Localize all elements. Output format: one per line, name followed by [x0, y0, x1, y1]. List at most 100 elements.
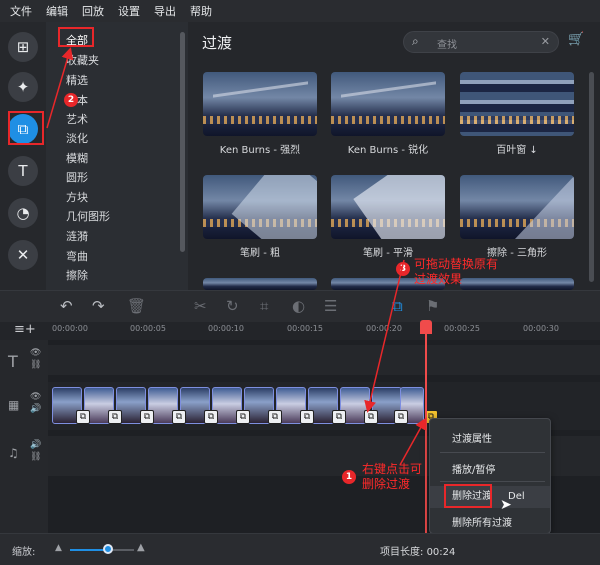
link-icon[interactable]: ⛓ [30, 452, 41, 462]
category-circle[interactable]: 圆形 [66, 169, 88, 185]
category-blur[interactable]: 模糊 [66, 150, 88, 166]
marker-flag-icon[interactable]: ⚑ [426, 297, 439, 315]
add-track-icon[interactable]: ≡+ [14, 322, 36, 337]
timeline-ruler[interactable]: ≡+ 00:00:00 00:00:05 00:00:10 00:00:15 0… [0, 322, 600, 340]
timeline-toolbar: ↶ ↷ 🗑 ✂ ↻ ⌗ ◐ ☰ ⧉ ⚑ [0, 290, 600, 322]
more-tools-icon[interactable]: ✕ [8, 240, 38, 270]
category-scrollbar[interactable] [180, 32, 185, 252]
transition-marker[interactable]: ⧉ [268, 410, 282, 424]
annotation-box-delete [444, 484, 492, 508]
transition-label: Ken Burns - 强烈 [219, 145, 301, 156]
category-favorites[interactable]: 收藏夹 [66, 52, 99, 68]
text-track[interactable] [48, 345, 600, 375]
playhead-handle[interactable] [420, 320, 432, 334]
zoom-in-icon[interactable]: ▲ [137, 542, 145, 553]
menu-item-play-pause[interactable]: 播放/暂停 [452, 461, 495, 476]
transition-marker[interactable]: ⧉ [332, 410, 346, 424]
transition-thumb[interactable] [203, 175, 317, 239]
rotate-icon[interactable]: ↻ [226, 297, 239, 315]
cut-icon[interactable]: ✂ [194, 297, 207, 315]
category-wipe[interactable]: 擦除 [66, 267, 88, 283]
transition-thumb[interactable] [460, 72, 574, 136]
menu-item-delete-all-transitions[interactable]: 删除所有过渡 [452, 514, 512, 529]
ruler-tick: 00:00:00 [52, 324, 88, 333]
color-adjust-icon[interactable]: ◐ [292, 297, 305, 315]
menu-settings[interactable]: 设置 [118, 3, 140, 19]
transition-wizard-icon[interactable]: ⧉ [392, 297, 403, 315]
mouse-cursor-icon: ➤ [500, 497, 512, 513]
visibility-icon[interactable]: 👁 [30, 392, 41, 402]
transition-marker[interactable]: ⧉ [236, 410, 250, 424]
transition-marker[interactable]: ⧉ [300, 410, 314, 424]
magic-wand-icon[interactable]: ✦ [8, 72, 38, 102]
clip-properties-icon[interactable]: ☰ [324, 297, 337, 315]
transitions-panel: 过渡 ⌕ 查找 ✕ 🛒 Ken Burns - 强烈 Ken Burns - 锐… [188, 22, 600, 290]
undo-icon[interactable]: ↶ [60, 297, 73, 315]
transition-label: 百叶窗 ↓ [496, 145, 538, 156]
transition-marker[interactable]: ⧉ [76, 410, 90, 424]
menu-export[interactable]: 导出 [154, 3, 176, 19]
ruler-tick: 00:00:20 [366, 324, 402, 333]
category-ripple[interactable]: 涟漪 [66, 228, 88, 244]
audio-track-icon: ♫ [8, 446, 19, 460]
redo-icon[interactable]: ↷ [92, 297, 105, 315]
transition-marker[interactable]: ⧉ [364, 410, 378, 424]
transition-thumb[interactable] [331, 175, 445, 239]
transition-marker[interactable]: ⧉ [108, 410, 122, 424]
cart-icon[interactable]: 🛒 [568, 32, 584, 47]
annotation-number-1: 1 [342, 470, 356, 484]
track-headers: T 👁 ⛓ ▦ 👁 🔊 ♫ 🔊 ⛓ [0, 340, 48, 533]
clear-icon[interactable]: ✕ [541, 35, 550, 48]
category-list: 全部 收藏夹 精选 基本 艺术 淡化 模糊 圆形 方块 几何图形 涟漪 弯曲 擦… [46, 22, 188, 290]
annotation-box-transitions [8, 111, 44, 145]
category-square[interactable]: 方块 [66, 189, 88, 205]
page-title: 过渡 [202, 34, 233, 52]
panel-scrollbar[interactable] [589, 72, 594, 282]
search-input[interactable]: ⌕ 查找 ✕ [403, 31, 559, 53]
menu-playback[interactable]: 回放 [82, 3, 104, 19]
annotation-number-3: 3 [396, 262, 410, 276]
text-track-icon: T [8, 352, 18, 371]
annotation-number-2: 2 [64, 93, 78, 107]
volume-icon[interactable]: 🔊 [30, 440, 41, 450]
category-fade[interactable]: 淡化 [66, 130, 88, 146]
transition-thumb[interactable] [203, 278, 317, 290]
category-featured[interactable]: 精选 [66, 72, 88, 88]
tool-sidebar: ⊞ ✦ ⧉ T ◔ ✕ [0, 22, 46, 290]
link-icon[interactable]: ⛓ [30, 360, 41, 370]
category-warp[interactable]: 弯曲 [66, 248, 88, 264]
project-length-value: 00:24 [426, 547, 456, 558]
transition-thumb[interactable] [203, 72, 317, 136]
volume-icon[interactable]: 🔊 [30, 404, 41, 414]
delete-icon[interactable]: 🗑 [127, 297, 146, 315]
transition-marker[interactable]: ⧉ [204, 410, 218, 424]
category-geometric[interactable]: 几何图形 [66, 208, 110, 224]
menu-help[interactable]: 帮助 [190, 3, 212, 19]
transition-thumb[interactable] [331, 72, 445, 136]
ruler-tick: 00:00:10 [208, 324, 244, 333]
ruler-tick: 00:00:30 [523, 324, 559, 333]
menu-file[interactable]: 文件 [10, 3, 32, 19]
stickers-icon[interactable]: ◔ [8, 198, 38, 228]
menu-item-transition-properties[interactable]: 过渡属性 [452, 430, 492, 445]
visibility-icon[interactable]: 👁 [30, 348, 41, 358]
video-track-icon: ▦ [8, 398, 20, 412]
transition-marker[interactable]: ⧉ [140, 410, 154, 424]
menu-separator [440, 481, 545, 482]
menu-edit[interactable]: 编辑 [46, 3, 68, 19]
transition-thumb[interactable] [460, 175, 574, 239]
transition-marker[interactable]: ⧉ [394, 410, 408, 424]
zoom-out-icon[interactable]: ▲ [55, 543, 62, 553]
transition-marker[interactable]: ⧉ [172, 410, 186, 424]
titles-icon[interactable]: T [8, 156, 38, 186]
annotation-text-3: 可拖动替换原有 过渡效果 [414, 257, 499, 286]
import-icon[interactable]: ⊞ [8, 32, 38, 62]
crop-icon[interactable]: ⌗ [260, 297, 268, 315]
playhead-line[interactable] [425, 322, 427, 533]
ruler-tick: 00:00:15 [287, 324, 323, 333]
transition-label: 笔刷 - 粗 [240, 248, 280, 259]
search-placeholder: 查找 [437, 40, 457, 51]
category-art[interactable]: 艺术 [66, 111, 88, 127]
zoom-slider-knob[interactable] [103, 544, 114, 554]
transition-label: Ken Burns - 锐化 [347, 145, 429, 156]
